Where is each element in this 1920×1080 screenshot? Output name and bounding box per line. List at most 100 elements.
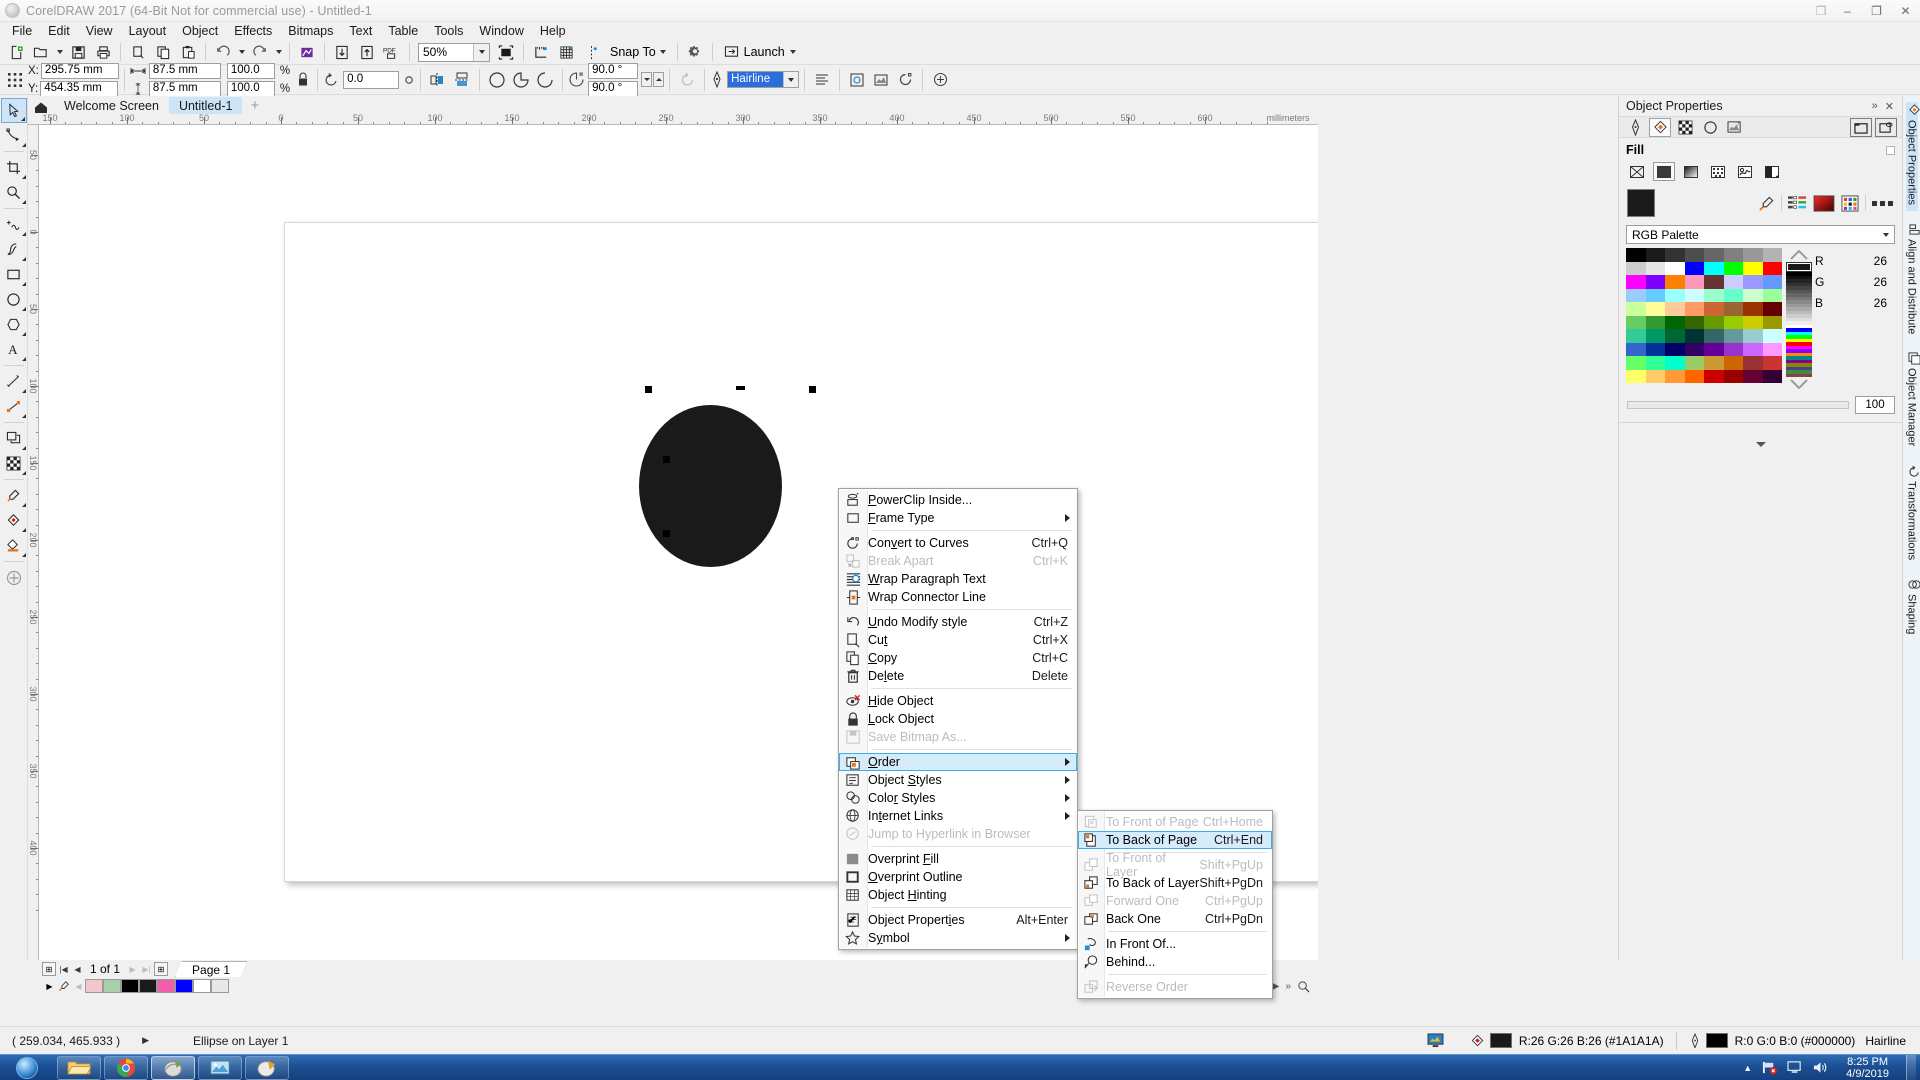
docker-object-icon[interactable] — [1875, 117, 1897, 137]
redo-icon[interactable] — [248, 41, 272, 64]
color-swatch[interactable] — [1704, 248, 1724, 262]
color-swatch[interactable] — [1684, 288, 1704, 302]
menu-item-in-front-of[interactable]: In Front Of... — [1078, 935, 1272, 953]
palette-swatch[interactable] — [103, 979, 121, 993]
print-icon[interactable] — [91, 41, 115, 64]
opacity-slider[interactable] — [1627, 401, 1849, 409]
show-guides-icon[interactable] — [579, 41, 603, 64]
menu-tools[interactable]: Tools — [426, 22, 471, 40]
freehand-tool[interactable] — [1, 212, 27, 237]
color-swatch[interactable] — [1723, 261, 1743, 275]
redo-dropdown-icon[interactable] — [273, 41, 284, 64]
fountain-fill-icon[interactable] — [1680, 162, 1702, 181]
color-swatch[interactable] — [1665, 288, 1685, 302]
show-desktop-button[interactable] — [1906, 1054, 1916, 1080]
selection-handle-tr[interactable] — [809, 386, 816, 393]
page-tab-page-1[interactable]: Page 1 — [175, 961, 247, 977]
bitmap-tab-icon[interactable]: ? — [1724, 118, 1746, 137]
crop-tool[interactable] — [1, 155, 27, 180]
color-swatch[interactable] — [1684, 356, 1704, 370]
taskbar-file-explorer[interactable] — [57, 1055, 101, 1080]
transparency-tab-icon[interactable] — [1674, 118, 1696, 137]
menu-item-undo-modify-style[interactable]: Undo Modify style Ctrl+Z — [839, 613, 1077, 631]
first-page-button[interactable]: |◀ — [57, 962, 70, 976]
shape-tool[interactable] — [1, 123, 27, 148]
color-swatch[interactable] — [1704, 342, 1724, 356]
color-eyedropper-tool[interactable] — [1, 483, 27, 508]
two-color-pattern-icon[interactable] — [1761, 162, 1783, 181]
rail-object-properties[interactable]: Object Properties — [1905, 102, 1920, 211]
menu-item-internet-links[interactable]: Internet Links — [839, 807, 1077, 825]
straight-line-connector-tool[interactable] — [1, 394, 27, 419]
document-page[interactable] — [284, 222, 1318, 882]
menu-item-back-one[interactable]: Back One Ctrl+PgDn — [1078, 910, 1272, 928]
arc-end-angle-input[interactable]: 90.0 ° — [588, 80, 639, 97]
color-swatch[interactable] — [1684, 248, 1704, 262]
selection-handle-ml[interactable] — [663, 456, 670, 463]
horizontal-ruler[interactable]: 150 100 50 0 50 100 150 200 250 300 350 400 450 500 55… — [28, 114, 1318, 125]
menu-effects[interactable]: Effects — [226, 22, 280, 40]
fill-color-swatch[interactable] — [1627, 189, 1655, 217]
menu-item-object-properties[interactable]: ✔ Object Properties Alt+Enter — [839, 911, 1077, 929]
color-swatch[interactable] — [1665, 342, 1685, 356]
restore-down-icon[interactable]: ❒ — [1809, 1, 1833, 21]
launch-button[interactable]: Launch — [718, 41, 802, 64]
color-swatch[interactable] — [1645, 315, 1665, 329]
palette-scroll-right-icon[interactable]: ▶ — [43, 979, 56, 993]
color-swatch[interactable] — [1626, 342, 1646, 356]
publish-icon[interactable] — [295, 41, 319, 64]
close-docker-icon[interactable]: ✕ — [1885, 100, 1894, 113]
fill-section-checkbox[interactable] — [1886, 145, 1895, 155]
color-swatch[interactable] — [1684, 261, 1704, 275]
add-node-icon[interactable] — [928, 68, 952, 91]
palette-swatch[interactable] — [85, 979, 103, 993]
color-swatch[interactable] — [1743, 329, 1763, 343]
show-rulers-icon[interactable] — [529, 41, 553, 64]
scale-height-input[interactable]: 100.0 — [226, 80, 275, 97]
home-icon[interactable] — [28, 101, 54, 114]
ellipse-tool[interactable] — [1, 287, 27, 312]
outline-color-indicator[interactable] — [1705, 1033, 1728, 1048]
color-swatch[interactable] — [1723, 342, 1743, 356]
color-swatch[interactable] — [1665, 302, 1685, 316]
color-swatch[interactable] — [1743, 275, 1763, 289]
color-swatch[interactable] — [1743, 248, 1763, 262]
menu-item-frame-type[interactable]: Frame Type — [839, 509, 1077, 527]
no-fill-icon[interactable] — [1626, 162, 1648, 181]
color-swatch[interactable] — [1684, 369, 1704, 383]
color-swatch[interactable] — [1704, 275, 1724, 289]
outline-pen-tab-icon[interactable] — [1624, 118, 1646, 137]
color-sliders-icon[interactable] — [1788, 195, 1807, 211]
uniform-fill-icon[interactable] — [1653, 162, 1675, 181]
color-swatch[interactable] — [1762, 275, 1782, 289]
fill-tool[interactable] — [1, 533, 27, 558]
color-swatch[interactable] — [1626, 302, 1646, 316]
chevron-down-icon[interactable] — [1877, 226, 1894, 243]
color-swatch[interactable] — [1626, 369, 1646, 383]
zoom-level-combo[interactable]: 50% — [418, 42, 490, 62]
color-swatch[interactable] — [1762, 342, 1782, 356]
palette-swatch[interactable] — [175, 979, 193, 993]
maximize-button[interactable]: ❐ — [1862, 1, 1891, 21]
scale-width-input[interactable]: 100.0 — [226, 62, 275, 79]
palette-eyedropper-icon[interactable] — [56, 980, 72, 992]
tab-welcome-screen[interactable]: Welcome Screen — [54, 97, 169, 114]
color-swatch[interactable] — [1704, 302, 1724, 316]
color-swatch[interactable] — [1762, 248, 1782, 262]
color-swatch[interactable] — [1684, 275, 1704, 289]
color-swatch[interactable] — [1743, 369, 1763, 383]
menu-help[interactable]: Help — [532, 22, 574, 40]
color-swatch[interactable] — [1626, 261, 1646, 275]
zoom-status-icon[interactable] — [1297, 980, 1310, 993]
color-swatch[interactable] — [1684, 302, 1704, 316]
chevron-down-icon[interactable] — [473, 43, 489, 61]
opacity-input[interactable]: 100 — [1855, 396, 1895, 414]
color-swatch[interactable] — [1626, 288, 1646, 302]
menu-item-wrap-paragraph-text[interactable]: Wrap Paragraph Text — [839, 570, 1077, 588]
new-document-icon[interactable] — [4, 41, 28, 64]
status-expand-icon[interactable]: ▶ — [142, 1035, 149, 1046]
color-swatch[interactable] — [1645, 261, 1665, 275]
color-swatch[interactable] — [1665, 356, 1685, 370]
outline-tool[interactable] — [1, 508, 27, 533]
rail-object-manager[interactable]: Object Manager — [1906, 350, 1920, 452]
